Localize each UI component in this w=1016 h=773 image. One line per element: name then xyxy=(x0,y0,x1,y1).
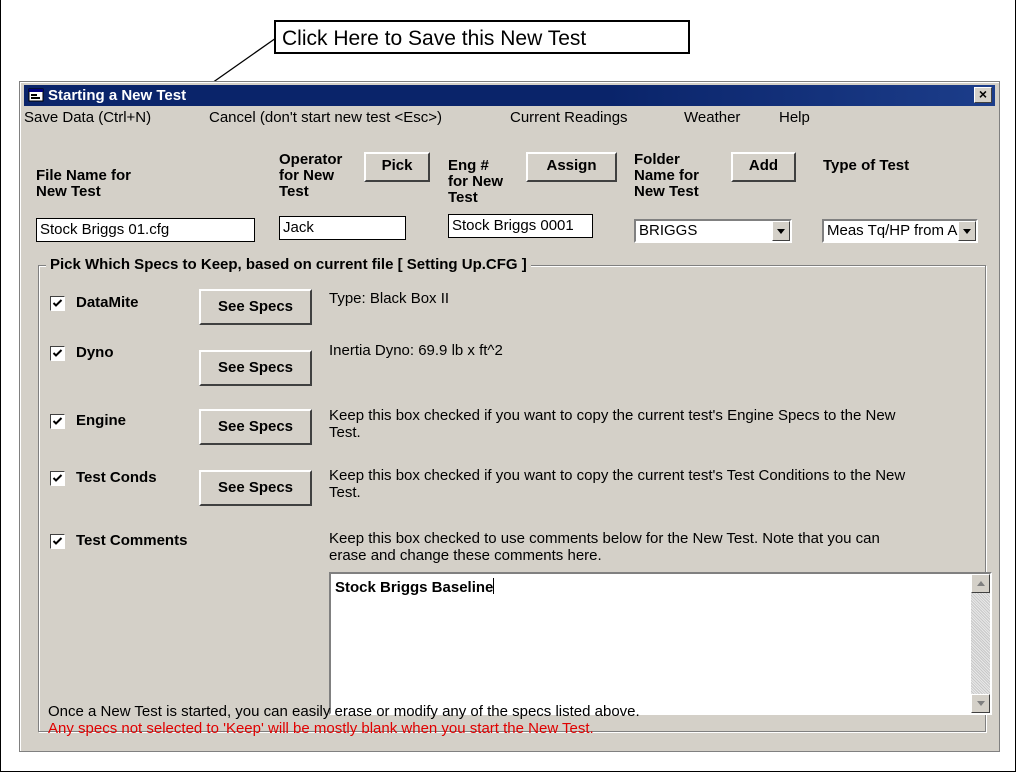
file-name-label-line1: File Name for xyxy=(36,167,132,184)
see-specs-test-conds-button[interactable]: See Specs xyxy=(199,470,312,506)
test-comments-checkbox[interactable] xyxy=(50,534,65,549)
test-comments-description-line1: Keep this box checked to use comments be… xyxy=(329,530,880,547)
test-comments-value: Stock Briggs Baseline xyxy=(335,579,494,596)
engine-checkbox[interactable] xyxy=(50,414,65,429)
text-caret xyxy=(493,578,495,594)
window-title: Starting a New Test xyxy=(48,87,187,104)
menu-cancel[interactable]: Cancel (don't start new test <Esc>) xyxy=(209,108,442,128)
file-name-label-line2: New Test xyxy=(36,183,101,200)
test-conds-label: Test Conds xyxy=(76,469,157,486)
test-type-dropdown[interactable]: Meas Tq/HP from Accel xyxy=(822,219,978,243)
menu-save-data[interactable]: Save Data (Ctrl+N) xyxy=(24,108,151,128)
scroll-up-icon[interactable] xyxy=(971,574,990,593)
comments-scrollbar[interactable] xyxy=(971,574,990,713)
specs-group-title: Pick Which Specs to Keep, based on curre… xyxy=(46,256,531,274)
dyno-label: Dyno xyxy=(76,344,114,361)
checkmark-icon xyxy=(52,474,63,482)
file-name-input[interactable]: Stock Briggs 01.cfg xyxy=(36,218,255,242)
engine-number-input[interactable]: Stock Briggs 0001 xyxy=(448,214,593,238)
test-comments-label: Test Comments xyxy=(76,532,188,549)
pick-operator-button[interactable]: Pick xyxy=(364,152,430,182)
dyno-description: Inertia Dyno: 69.9 lb x ft^2 xyxy=(329,342,503,359)
see-specs-datamite-button[interactable]: See Specs xyxy=(199,289,312,325)
datamite-checkbox[interactable] xyxy=(50,296,65,311)
operator-label-line3: Test xyxy=(279,183,309,200)
test-type-dropdown-value: Meas Tq/HP from Accel xyxy=(827,222,959,239)
add-folder-button[interactable]: Add xyxy=(731,152,796,182)
engine-description-line2: Test. xyxy=(329,424,361,441)
menu-help[interactable]: Help xyxy=(779,108,810,128)
datamite-description: Type: Black Box II xyxy=(329,290,450,307)
title-bar: Starting a New Test × xyxy=(24,85,995,106)
see-specs-engine-button[interactable]: See Specs xyxy=(199,409,312,445)
folder-dropdown[interactable]: BRIGGS xyxy=(634,219,792,243)
eng-num-label-line3: Test xyxy=(448,189,478,206)
test-conds-checkbox[interactable] xyxy=(50,471,65,486)
operator-label-line2: for New xyxy=(279,167,335,184)
dyno-checkbox[interactable] xyxy=(50,346,65,361)
datamite-label: DataMite xyxy=(76,294,139,311)
menu-weather[interactable]: Weather xyxy=(684,108,740,128)
eng-num-label-line1: Eng # xyxy=(448,157,489,174)
callout-save-hint: Click Here to Save this New Test xyxy=(274,20,690,54)
close-icon: × xyxy=(978,86,988,102)
footer-warning: Any specs not selected to 'Keep' will be… xyxy=(48,720,594,737)
see-specs-dyno-button[interactable]: See Specs xyxy=(199,350,312,386)
operator-input[interactable]: Jack xyxy=(279,216,406,240)
menu-current-readings[interactable]: Current Readings xyxy=(510,108,628,128)
engine-description-line1: Keep this box checked if you want to cop… xyxy=(329,407,896,424)
checkmark-icon xyxy=(52,299,63,307)
window-icon xyxy=(28,88,44,102)
folder-label-line2: Name for xyxy=(634,167,700,184)
scroll-down-icon[interactable] xyxy=(971,694,990,713)
engine-label: Engine xyxy=(76,412,127,429)
menu-bar: Save Data (Ctrl+N) Cancel (don't start n… xyxy=(24,108,994,128)
checkmark-icon xyxy=(52,537,63,545)
new-test-dialog: Starting a New Test × Save Data (Ctrl+N)… xyxy=(19,81,1000,752)
folder-label-line3: New Test xyxy=(634,183,699,200)
chevron-down-icon[interactable] xyxy=(958,221,976,241)
test-type-label: Type of Test xyxy=(823,157,910,174)
folder-label-line1: Folder xyxy=(634,151,680,168)
operator-label-line1: Operator xyxy=(279,151,343,168)
folder-dropdown-value: BRIGGS xyxy=(639,222,698,239)
test-conds-description-line2: Test. xyxy=(329,484,361,501)
close-button[interactable]: × xyxy=(974,87,992,103)
chevron-down-icon[interactable] xyxy=(772,221,790,241)
footer-note: Once a New Test is started, you can easi… xyxy=(48,703,640,720)
test-comments-description-line2: erase and change these comments here. xyxy=(329,547,602,564)
eng-num-label-line2: for New xyxy=(448,173,504,190)
assign-engine-button[interactable]: Assign xyxy=(526,152,617,182)
checkmark-icon xyxy=(52,417,63,425)
test-conds-description-line1: Keep this box checked if you want to cop… xyxy=(329,467,906,484)
test-comments-textarea[interactable]: Stock Briggs Baseline xyxy=(329,572,992,715)
checkmark-icon xyxy=(52,349,63,357)
